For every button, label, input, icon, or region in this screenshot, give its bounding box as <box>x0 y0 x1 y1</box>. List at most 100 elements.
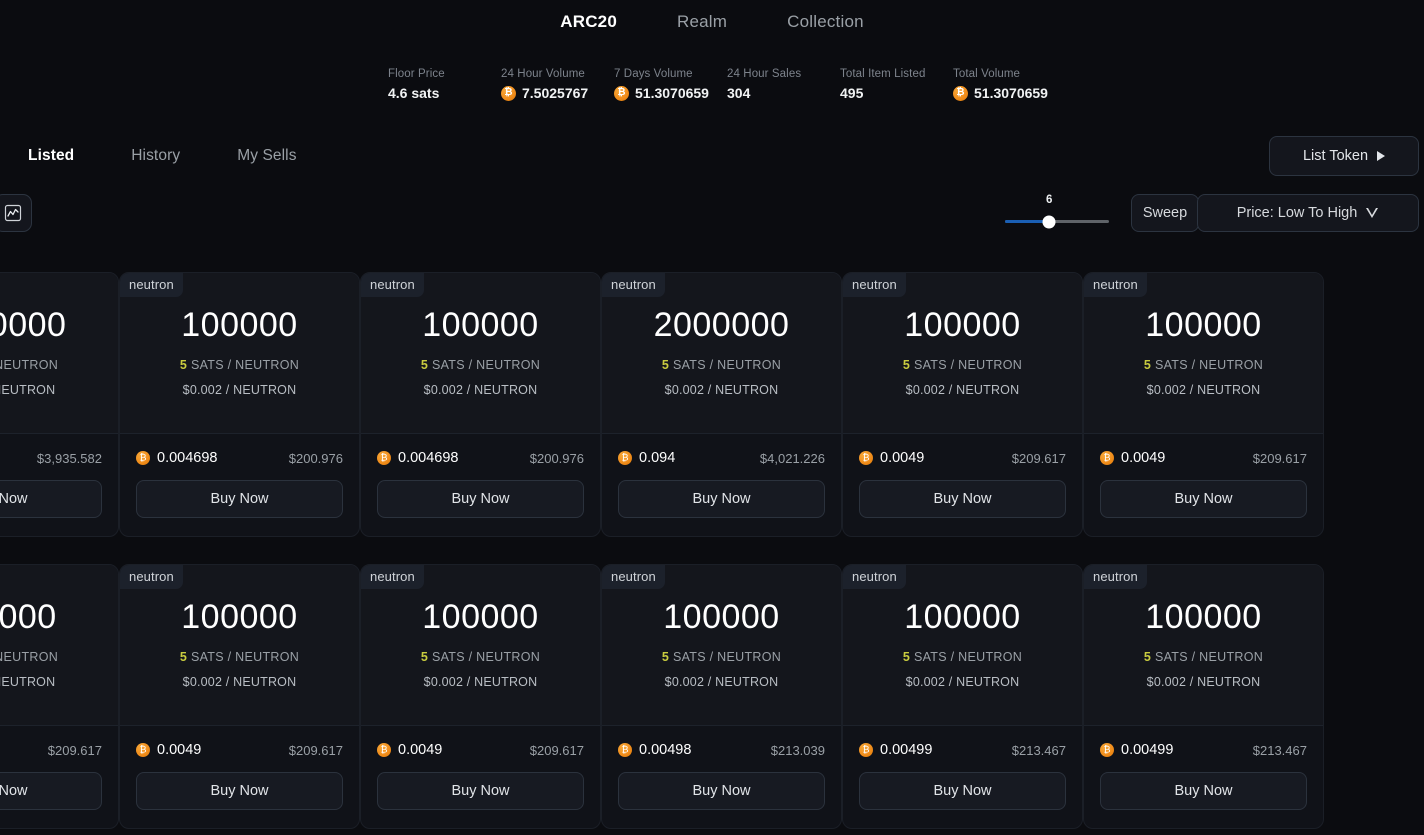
token-amount: 2000000 <box>602 306 841 345</box>
usd-rate: $0.002 / NEUTRON <box>602 675 841 689</box>
usd-rate: $0.002 / NEUTRON <box>1084 675 1323 689</box>
price-btc-value: 0.00498 <box>639 742 691 758</box>
card-top-section: neutron1000005 SATS / NEUTRON$0.002 / NE… <box>602 565 841 726</box>
price-btc-value: 0.0049 <box>398 742 442 758</box>
token-card[interactable]: neutron1000005 SATS / NEUTRON$0.002 / NE… <box>601 564 842 829</box>
buy-now-button[interactable]: Buy Now <box>618 480 825 518</box>
card-bottom-section: 0.0049$209.617 Buy Now <box>361 726 600 828</box>
sats-rate: 5 SATS / NEUTRON <box>843 358 1082 372</box>
sats-rate: 5 SATS / NEUTRON <box>1084 650 1323 664</box>
stat-value: 7.5025767 <box>501 85 614 101</box>
stat-value-text: 7.5025767 <box>522 85 588 101</box>
price-row: 0.0049$209.617 <box>859 434 1066 466</box>
buy-now-button[interactable]: Buy Now <box>377 772 584 810</box>
token-card[interactable]: neutron1000005 SATS / NEUTRON$0.002 / NE… <box>360 564 601 829</box>
sats-rate-unit: SATS / NEUTRON <box>0 358 58 372</box>
slider-thumb[interactable] <box>1042 215 1055 228</box>
ticker-badge: neutron <box>1084 565 1147 589</box>
section-tabs-row: Listed History My Sells List Token <box>0 127 1424 185</box>
price-btc: 0.00499 <box>859 742 932 758</box>
slider-track[interactable] <box>1005 220 1109 223</box>
topnav-item-collection[interactable]: Collection <box>787 12 864 32</box>
buy-now-button[interactable]: Buy Now <box>0 772 102 810</box>
bitcoin-icon <box>618 743 632 757</box>
stat-value-text: 51.3070659 <box>974 85 1048 101</box>
chevron-down-icon <box>1366 208 1379 219</box>
stat-label: 7 Days Volume <box>614 68 727 80</box>
price-row: 0.094$4,021.226 <box>618 434 825 466</box>
tab-history[interactable]: History <box>131 147 180 165</box>
price-usd: $3,935.582 <box>37 451 102 466</box>
token-amount: 100000 <box>120 598 359 637</box>
price-btc: 0.0049 <box>136 742 201 758</box>
buy-now-button[interactable]: Buy Now <box>136 772 343 810</box>
topnav-item-arc20[interactable]: ARC20 <box>560 12 617 32</box>
tab-listed[interactable]: Listed <box>28 147 74 165</box>
bitcoin-icon <box>1100 451 1114 465</box>
chart-view-button[interactable] <box>0 194 32 232</box>
sats-rate-number: 5 <box>1144 358 1151 372</box>
sweep-button[interactable]: Sweep <box>1131 194 1199 232</box>
stat-24-hour-volume: 24 Hour Volume 7.5025767 <box>501 68 614 101</box>
card-top-section: neutron1000005 SATS / NEUTRON$0.002 / NE… <box>361 273 600 434</box>
buy-now-button[interactable]: Buy Now <box>859 480 1066 518</box>
price-btc-value: 0.094 <box>639 450 675 466</box>
usd-rate: $0.002 / NEUTRON <box>120 383 359 397</box>
buy-now-label: Buy Now <box>933 783 991 799</box>
buy-now-label: Buy Now <box>1174 783 1232 799</box>
sats-rate-unit: SATS / NEUTRON <box>673 650 781 664</box>
token-card[interactable]: neutron1000005 SATS / NEUTRON$0.002 / NE… <box>119 564 360 829</box>
buy-now-label: Buy Now <box>933 491 991 507</box>
token-card[interactable]: neutron1000005 SATS / NEUTRON$0.002 / NE… <box>119 272 360 537</box>
buy-now-button[interactable]: Buy Now <box>859 772 1066 810</box>
sats-rate-number: 5 <box>180 650 187 664</box>
token-card[interactable]: neutron1000005 SATS / NEUTRON$0.002 / NE… <box>1083 272 1324 537</box>
card-top-section: neutron1000005 SATS / NEUTRON$0.002 / NE… <box>120 565 359 726</box>
token-card[interactable]: neutron1000005 SATS / NEUTRON$0.002 / NE… <box>1083 564 1324 829</box>
stat-7-days-volume: 7 Days Volume 51.3070659 <box>614 68 727 101</box>
sats-rate: 5 SATS / NEUTRON <box>843 650 1082 664</box>
token-card[interactable]: neutron1000005 SATS / NEUTRON$0.002 / NE… <box>360 272 601 537</box>
usd-rate: $0.002 / NEUTRON <box>120 675 359 689</box>
buy-now-button[interactable]: Buy Now <box>136 480 343 518</box>
tab-my-sells[interactable]: My Sells <box>237 147 296 165</box>
card-top-section: neutron1000005 SATS / NEUTRON$0.002 / NE… <box>843 565 1082 726</box>
token-card[interactable]: neutron20000005 SATS / NEUTRON$0.002 / N… <box>0 272 119 537</box>
token-card[interactable]: neutron1000005 SATS / NEUTRON$0.002 / NE… <box>842 272 1083 537</box>
bitcoin-icon <box>618 451 632 465</box>
bitcoin-icon <box>859 743 873 757</box>
buy-now-button[interactable]: Buy Now <box>0 480 102 518</box>
buy-now-button[interactable]: Buy Now <box>1100 480 1307 518</box>
ticker-badge: neutron <box>602 565 665 589</box>
token-card[interactable]: neutron1000005 SATS / NEUTRON$0.002 / NE… <box>0 564 119 829</box>
topnav-item-realm[interactable]: Realm <box>677 12 727 32</box>
top-navigation: ARC20 Realm Collection <box>0 0 1424 44</box>
stat-label: Floor Price <box>388 68 501 80</box>
buy-now-button[interactable]: Buy Now <box>377 480 584 518</box>
card-bottom-section: 0.00498 $213.039 Buy Now <box>602 726 841 828</box>
price-usd: $213.467 <box>1253 743 1307 758</box>
sort-dropdown[interactable]: Price: Low To High <box>1197 194 1419 232</box>
token-card[interactable]: neutron20000005 SATS / NEUTRON$0.002 / N… <box>601 272 842 537</box>
sweep-quantity-slider[interactable]: 6 <box>1005 196 1109 230</box>
token-card[interactable]: neutron1000005 SATS / NEUTRON$0.002 / NE… <box>842 564 1083 829</box>
card-top-section: neutron1000005 SATS / NEUTRON$0.002 / NE… <box>1084 273 1323 434</box>
token-amount: 100000 <box>361 598 600 637</box>
usd-rate: $0.002 / NEUTRON <box>843 675 1082 689</box>
price-usd: $200.976 <box>530 451 584 466</box>
token-amount: 100000 <box>120 306 359 345</box>
token-amount: 100000 <box>0 598 118 637</box>
list-token-button[interactable]: List Token <box>1269 136 1419 176</box>
price-usd: $213.039 <box>771 743 825 758</box>
buy-now-label: Buy Now <box>0 783 28 799</box>
card-top-section: neutron1000005 SATS / NEUTRON$0.002 / NE… <box>0 565 118 726</box>
sats-rate-number: 5 <box>662 358 669 372</box>
buy-now-button[interactable]: Buy Now <box>618 772 825 810</box>
ticker-badge: neutron <box>1084 273 1147 297</box>
token-amount: 100000 <box>843 598 1082 637</box>
stat-value: 51.3070659 <box>614 85 727 101</box>
price-row: 0.0049$209.617 <box>377 726 584 758</box>
buy-now-button[interactable]: Buy Now <box>1100 772 1307 810</box>
stat-label: 24 Hour Volume <box>501 68 614 80</box>
price-btc-value: 0.0049 <box>1121 450 1165 466</box>
